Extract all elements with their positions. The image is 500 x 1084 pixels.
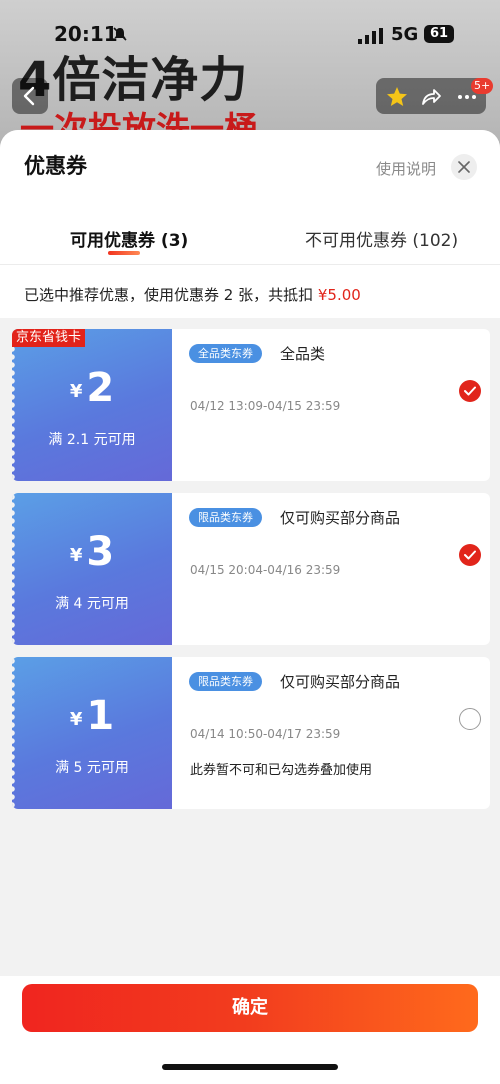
coupon-condition: 满 4 元可用: [55, 596, 129, 612]
coupon-value-panel: ¥1 满 5 元可用: [12, 657, 172, 809]
status-time: 20:11: [54, 22, 118, 46]
coupon-sheet: 优惠券 使用说明 可用优惠券 (3) 不可用优惠券 (102) 已选中推荐优惠，…: [0, 130, 500, 1084]
coupon-value-panel: ¥3 满 4 元可用: [12, 493, 172, 645]
tab-unavailable-coupons[interactable]: 不可用优惠券 (102): [305, 226, 458, 251]
confirm-button[interactable]: 确定: [22, 984, 478, 1032]
coupon-scope: 仅可购买部分商品: [280, 673, 401, 691]
coupon-checkbox[interactable]: [459, 708, 481, 730]
coupon-amount-value: 3: [86, 529, 115, 575]
coupon-validity: 04/15 20:04-04/16 23:59: [190, 563, 341, 577]
coupon-corner-tag: 京东省钱卡: [12, 329, 86, 347]
divider: [0, 264, 500, 265]
check-icon: [464, 386, 476, 396]
coupon-scope: 全品类: [280, 345, 326, 363]
cart-badge: 5+: [471, 78, 494, 94]
coupon-condition: 满 2.1 元可用: [48, 432, 136, 448]
currency-symbol: ¥: [69, 381, 83, 402]
coupon-type-tag: 全品类东券: [189, 344, 262, 363]
summary-text: 已选中推荐优惠，使用优惠券 2 张，共抵扣: [24, 286, 318, 304]
coupon-condition: 满 5 元可用: [55, 760, 129, 776]
active-tab-indicator: [108, 251, 140, 255]
coupon-validity: 04/12 13:09-04/15 23:59: [190, 399, 341, 413]
coupon-amount: ¥1: [12, 693, 172, 739]
coupon-card[interactable]: ¥1 满 5 元可用 限品类东券 仅可购买部分商品 04/14 10:50-04…: [12, 657, 490, 809]
currency-symbol: ¥: [69, 709, 83, 730]
coupon-amount-value: 2: [86, 365, 115, 411]
coupon-checkbox[interactable]: [459, 380, 481, 402]
back-button[interactable]: [12, 78, 48, 114]
coupon-scope: 仅可购买部分商品: [280, 509, 401, 527]
status-bar: 20:11 5G 61: [0, 22, 500, 52]
star-icon[interactable]: [386, 86, 408, 108]
coupon-validity: 04/14 10:50-04/17 23:59: [190, 727, 341, 741]
home-indicator: [162, 1064, 338, 1070]
summary-amount: ¥5.00: [317, 286, 361, 304]
bell-muted-icon: [113, 27, 127, 41]
sheet-footer: 确定: [0, 976, 500, 1084]
signal-icon: [358, 28, 383, 44]
currency-symbol: ¥: [69, 545, 83, 566]
coupon-type-tag: 限品类东券: [189, 508, 262, 527]
coupon-amount-value: 1: [86, 693, 115, 739]
coupon-stacking-note: 此券暂不可和已勾选券叠加使用: [190, 763, 373, 778]
coupon-card[interactable]: ¥3 满 4 元可用 限品类东券 仅可购买部分商品 04/15 20:04-04…: [12, 493, 490, 645]
usage-help-link[interactable]: 使用说明: [376, 158, 436, 179]
back-icon: [23, 86, 35, 106]
coupon-value-panel: ¥2 满 2.1 元可用: [12, 329, 172, 481]
close-icon: [458, 161, 470, 173]
coupon-card[interactable]: ¥2 满 2.1 元可用 京东省钱卡 全品类东券 全品类 04/12 13:09…: [12, 329, 490, 481]
check-icon: [464, 550, 476, 560]
selection-summary: 已选中推荐优惠，使用优惠券 2 张，共抵扣 ¥5.00: [24, 284, 361, 305]
top-action-group: [376, 78, 486, 114]
sheet-header: 优惠券 使用说明 可用优惠券 (3) 不可用优惠券 (102) 已选中推荐优惠，…: [0, 130, 500, 318]
close-button[interactable]: [451, 154, 477, 180]
share-icon[interactable]: [420, 86, 442, 108]
coupon-amount: ¥3: [12, 529, 172, 575]
coupon-checkbox[interactable]: [459, 544, 481, 566]
coupon-type-tag: 限品类东券: [189, 672, 262, 691]
sheet-title: 优惠券: [24, 154, 87, 178]
network-type: 5G: [391, 24, 419, 45]
battery-indicator: 61: [424, 25, 454, 43]
coupon-amount: ¥2: [12, 365, 172, 411]
tab-available-coupons[interactable]: 可用优惠券 (3): [70, 226, 188, 251]
